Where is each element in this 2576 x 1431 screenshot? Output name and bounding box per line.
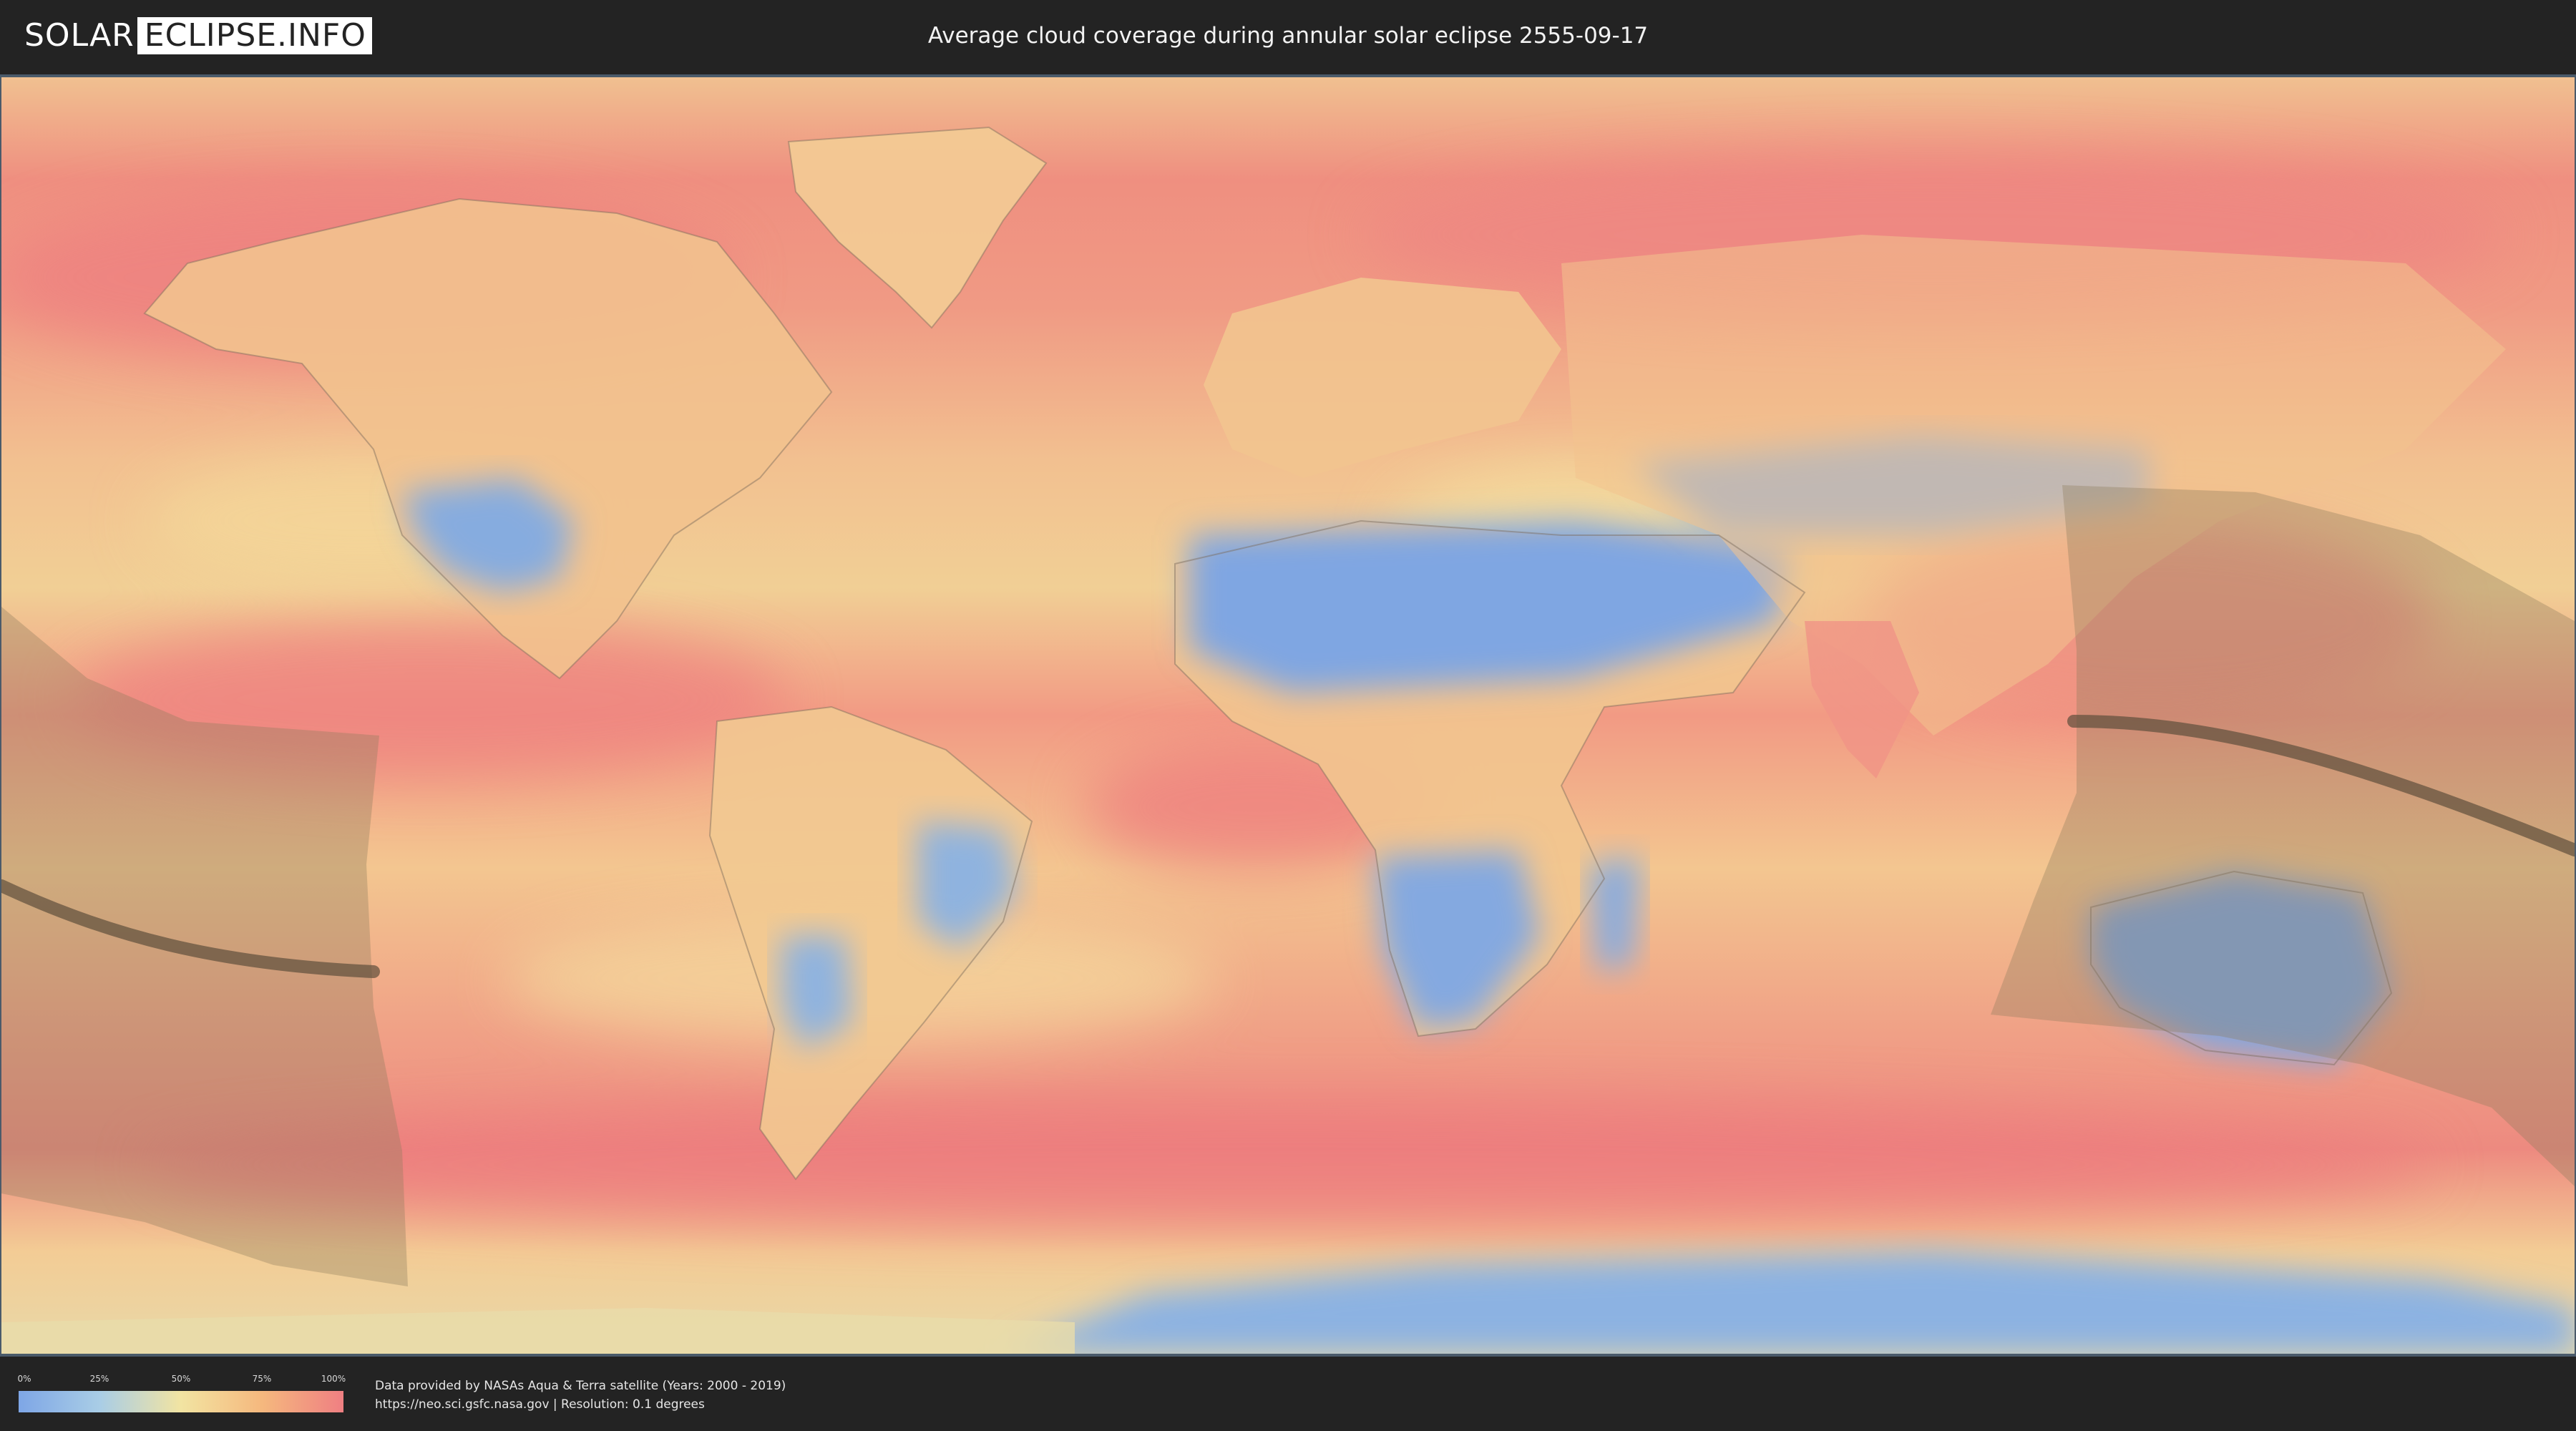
map-frame[interactable] [0,74,2576,1357]
color-legend: 0% 25% 50% 75% 100% [17,1374,346,1414]
legend-tick-25: 25% [89,1374,109,1384]
page-title: Average cloud coverage during annular so… [927,23,1649,49]
cloud-coverage-map[interactable] [1,77,2575,1354]
legend-tick-75: 75% [252,1374,272,1384]
credit-url-resolution[interactable]: https://neo.sci.gsfc.nasa.gov | Resoluti… [375,1395,786,1414]
header-bar: SOLAR ECLIPSE.INFO Average cloud coverag… [0,0,2576,72]
data-credits: Data provided by NASAs Aqua & Terra sate… [375,1377,786,1414]
credit-source: Data provided by NASAs Aqua & Terra sate… [375,1379,786,1393]
legend-tick-0: 0% [17,1374,31,1384]
legend-color-bar [19,1391,343,1412]
legend-ticks: 0% 25% 50% 75% 100% [17,1374,346,1387]
legend-tick-100: 100% [321,1374,346,1384]
legend-tick-50: 50% [171,1374,191,1384]
